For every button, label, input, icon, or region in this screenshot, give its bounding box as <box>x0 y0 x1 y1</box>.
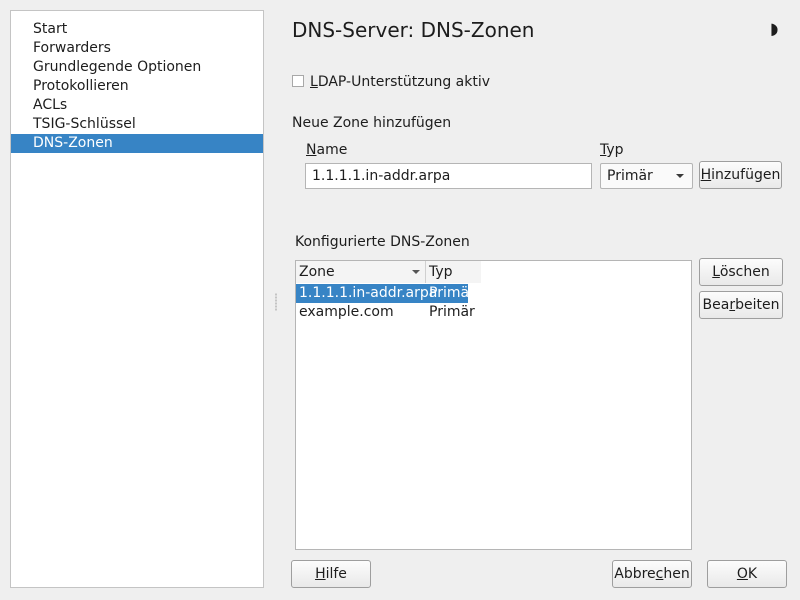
add-zone-button[interactable]: Hinzufügen <box>699 161 782 189</box>
zone-type-select[interactable]: Primär <box>600 163 693 189</box>
zone-name-cell: example.com <box>299 304 394 320</box>
moon-icon: ◗ <box>770 19 779 38</box>
add-zone-heading: Neue Zone hinzufügen <box>292 115 452 131</box>
column-header-typ[interactable]: Typ <box>426 261 481 283</box>
zone-type-label: Typ <box>600 142 624 158</box>
pane-resize-handle[interactable] <box>275 293 277 311</box>
page-title: DNS-Server: DNS-Zonen <box>292 18 535 42</box>
zone-name-input[interactable]: 1.1.1.1.in-addr.arpa <box>305 163 592 189</box>
zone-name-cell: 1.1.1.1.in-addr.arpa <box>299 285 438 301</box>
zone-name-label: Name <box>306 142 348 158</box>
zone-type-cell: Primär <box>429 285 475 301</box>
cancel-button[interactable]: Abbrechen <box>612 560 692 588</box>
sort-descending-icon <box>412 270 420 274</box>
sidebar-item-grundlegende-optionen[interactable]: Grundlegende Optionen <box>11 58 263 77</box>
ldap-checkbox[interactable] <box>292 75 304 87</box>
zone-type-value: Primär <box>607 168 653 184</box>
table-row[interactable]: example.com Primär <box>296 303 475 322</box>
zones-table-header: Zone Typ <box>296 261 481 283</box>
configured-zones-heading: Konfigurierte DNS-Zonen <box>295 234 470 250</box>
sidebar-item-dns-zonen[interactable]: DNS-Zonen <box>11 134 263 153</box>
zones-table[interactable]: Zone Typ 1.1.1.1.in-addr.arpa Primär exa… <box>295 260 692 550</box>
edit-zone-button[interactable]: Bearbeiten <box>699 291 783 319</box>
sidebar-item-acls[interactable]: ACLs <box>11 96 263 115</box>
delete-zone-button[interactable]: Löschen <box>699 258 783 286</box>
column-header-zone[interactable]: Zone <box>296 261 426 283</box>
sidebar-item-tsig-schluessel[interactable]: TSIG-Schlüssel <box>11 115 263 134</box>
sidebar-item-start[interactable]: Start <box>11 20 263 39</box>
ldap-checkbox-label[interactable]: LDAP-Unterstützung aktiv <box>310 72 490 92</box>
help-button[interactable]: Hilfe <box>291 560 371 588</box>
ok-button[interactable]: OK <box>707 560 787 588</box>
sidebar-item-protokollieren[interactable]: Protokollieren <box>11 77 263 96</box>
sidebar: Start Forwarders Grundlegende Optionen P… <box>10 10 264 588</box>
chevron-down-icon <box>676 174 684 178</box>
sidebar-item-forwarders[interactable]: Forwarders <box>11 39 263 58</box>
table-row[interactable]: 1.1.1.1.in-addr.arpa Primär <box>296 284 475 303</box>
zone-type-cell: Primär <box>429 304 475 320</box>
